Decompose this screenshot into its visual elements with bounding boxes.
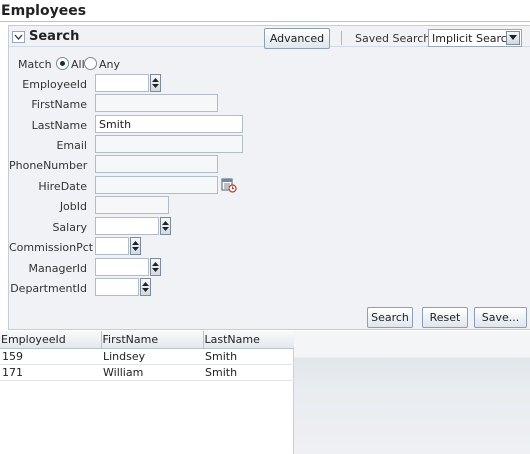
search-panel-title: Search [29, 29, 80, 44]
managerid-label: ManagerId [28, 262, 87, 275]
saved-search-label: Saved Search [355, 32, 431, 45]
lastname-value: Smith [99, 118, 132, 131]
page-title: Employees [1, 3, 87, 19]
managerid-spinner-icon[interactable] [150, 258, 161, 276]
hiredate-label: HireDate [38, 180, 87, 193]
save-button[interactable]: Save... [474, 307, 527, 328]
lastname-input[interactable]: Smith [95, 115, 243, 133]
commissionpct-spinner-icon[interactable] [130, 237, 141, 255]
email-input[interactable] [95, 135, 243, 153]
salary-spinner-icon[interactable] [160, 217, 171, 235]
email-label: Email [56, 139, 87, 152]
reset-button[interactable]: Reset [422, 307, 468, 328]
lastname-label: LastName [31, 119, 87, 132]
dropdown-arrow-icon[interactable] [506, 31, 520, 45]
match-label: Match [18, 58, 52, 71]
calendar-icon[interactable] [221, 177, 237, 193]
managerid-input[interactable] [95, 258, 149, 276]
advanced-button[interactable]: Advanced [264, 28, 330, 49]
match-any-radio[interactable] [84, 57, 97, 70]
table-cell: Smith [203, 364, 294, 381]
table-header-row: EmployeeId FirstName LastName [0, 331, 295, 349]
phonenumber-input[interactable] [95, 155, 218, 173]
departmentid-spinner-icon[interactable] [140, 278, 151, 296]
saved-search-select[interactable]: Implicit Search [428, 29, 522, 47]
phonenumber-label: PhoneNumber [9, 159, 88, 172]
match-all-label[interactable]: All [71, 58, 85, 71]
firstname-label: FirstName [31, 98, 87, 111]
table-cell: 159 [0, 348, 101, 365]
firstname-input[interactable] [95, 94, 218, 112]
salary-label: Salary [52, 221, 87, 234]
table-cell: William [101, 364, 203, 381]
match-all-radio[interactable] [56, 57, 69, 70]
column-header-lastname[interactable]: LastName [203, 331, 295, 349]
results-table-container: EmployeeId FirstName LastName 159 Lindse… [0, 331, 295, 454]
hiredate-input[interactable] [95, 176, 218, 194]
search-panel: Search Advanced Saved Search Implicit Se… [8, 25, 530, 330]
column-header-employeeid[interactable]: EmployeeId [0, 331, 102, 349]
employeeid-spinner-icon[interactable] [150, 74, 161, 92]
chevron-down-icon[interactable] [12, 31, 25, 43]
toolbar-separator [341, 31, 342, 45]
table-row[interactable]: 171 William Smith [0, 364, 294, 381]
salary-input[interactable] [95, 217, 159, 235]
departmentid-input[interactable] [95, 278, 139, 296]
column-header-firstname[interactable]: FirstName [101, 331, 204, 349]
employeeid-input[interactable] [95, 74, 149, 92]
search-button[interactable]: Search [367, 307, 413, 328]
table-cell: 171 [0, 364, 101, 381]
empty-detail-area [294, 331, 530, 454]
search-panel-header: Search Advanced Saved Search Implicit Se… [9, 26, 530, 49]
table-cell: Smith [203, 348, 294, 365]
table-cell: Lindsey [101, 348, 203, 365]
jobid-input[interactable] [95, 196, 169, 214]
page-header: Employees [0, 0, 530, 22]
jobid-label: JobId [59, 200, 87, 213]
match-any-label[interactable]: Any [99, 58, 120, 71]
results-table: EmployeeId FirstName LastName 159 Lindse… [0, 331, 295, 381]
table-row[interactable]: 159 Lindsey Smith [0, 348, 294, 365]
commissionpct-label: CommissionPct [9, 241, 94, 254]
saved-search-value: Implicit Search [432, 32, 514, 45]
departmentid-label: DepartmentId [10, 282, 87, 295]
commissionpct-input[interactable] [95, 237, 129, 255]
employeeid-label: EmployeeId [22, 78, 87, 91]
